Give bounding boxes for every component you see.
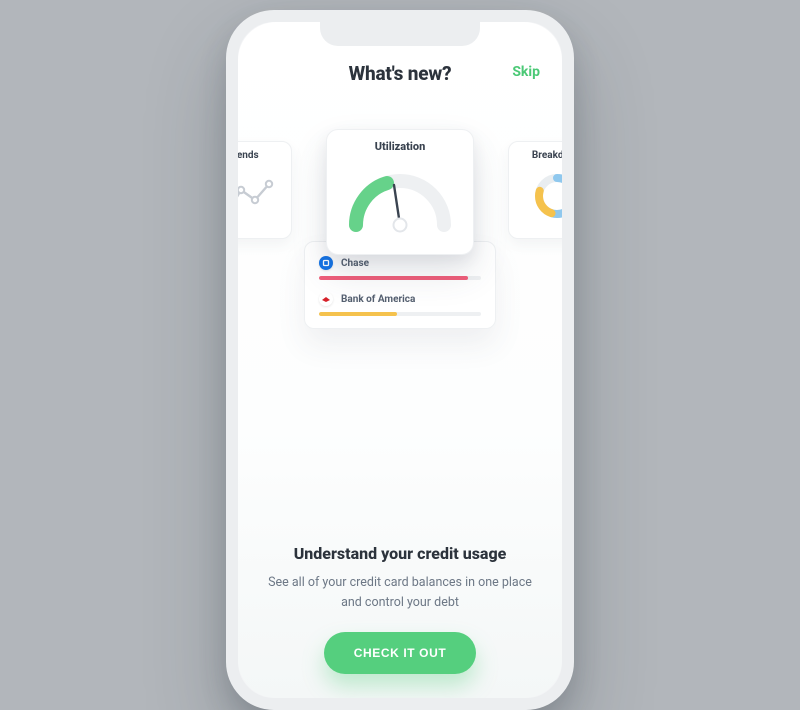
donut-icon xyxy=(519,161,562,230)
chase-icon xyxy=(319,256,333,270)
bofa-icon xyxy=(319,292,333,306)
card-utilization-title: Utilization xyxy=(375,140,426,153)
card-trends[interactable]: Trends xyxy=(238,141,292,239)
bank-name: Bank of America xyxy=(341,294,415,305)
bank-row: Chase xyxy=(319,256,481,280)
page-title: What's new? xyxy=(349,62,452,85)
subhead: See all of your credit card balances in … xyxy=(266,573,534,612)
phone-frame: What's new? Skip Trends xyxy=(226,10,574,710)
bank-row: Bank of America xyxy=(319,292,481,316)
cta-button[interactable]: CHECK IT OUT xyxy=(324,632,477,674)
skip-button[interactable]: Skip xyxy=(512,64,540,80)
feature-illustration: Trends Breakdown xyxy=(238,129,562,359)
bank-name: Chase xyxy=(341,258,369,269)
card-breakdown-title: Breakdown xyxy=(519,150,562,161)
copy-block: Understand your credit usage See all of … xyxy=(238,544,562,698)
card-utilization[interactable]: Utilization xyxy=(326,129,474,255)
card-breakdown[interactable]: Breakdown xyxy=(508,141,562,239)
card-trends-title: Trends xyxy=(238,150,281,161)
bank-bar xyxy=(319,312,481,316)
sparkline-icon xyxy=(238,161,281,230)
phone-notch xyxy=(320,20,480,46)
headline: Understand your credit usage xyxy=(266,544,534,563)
gauge-icon xyxy=(344,159,456,247)
app-screen: What's new? Skip Trends xyxy=(238,22,562,698)
bank-bar xyxy=(319,276,481,280)
